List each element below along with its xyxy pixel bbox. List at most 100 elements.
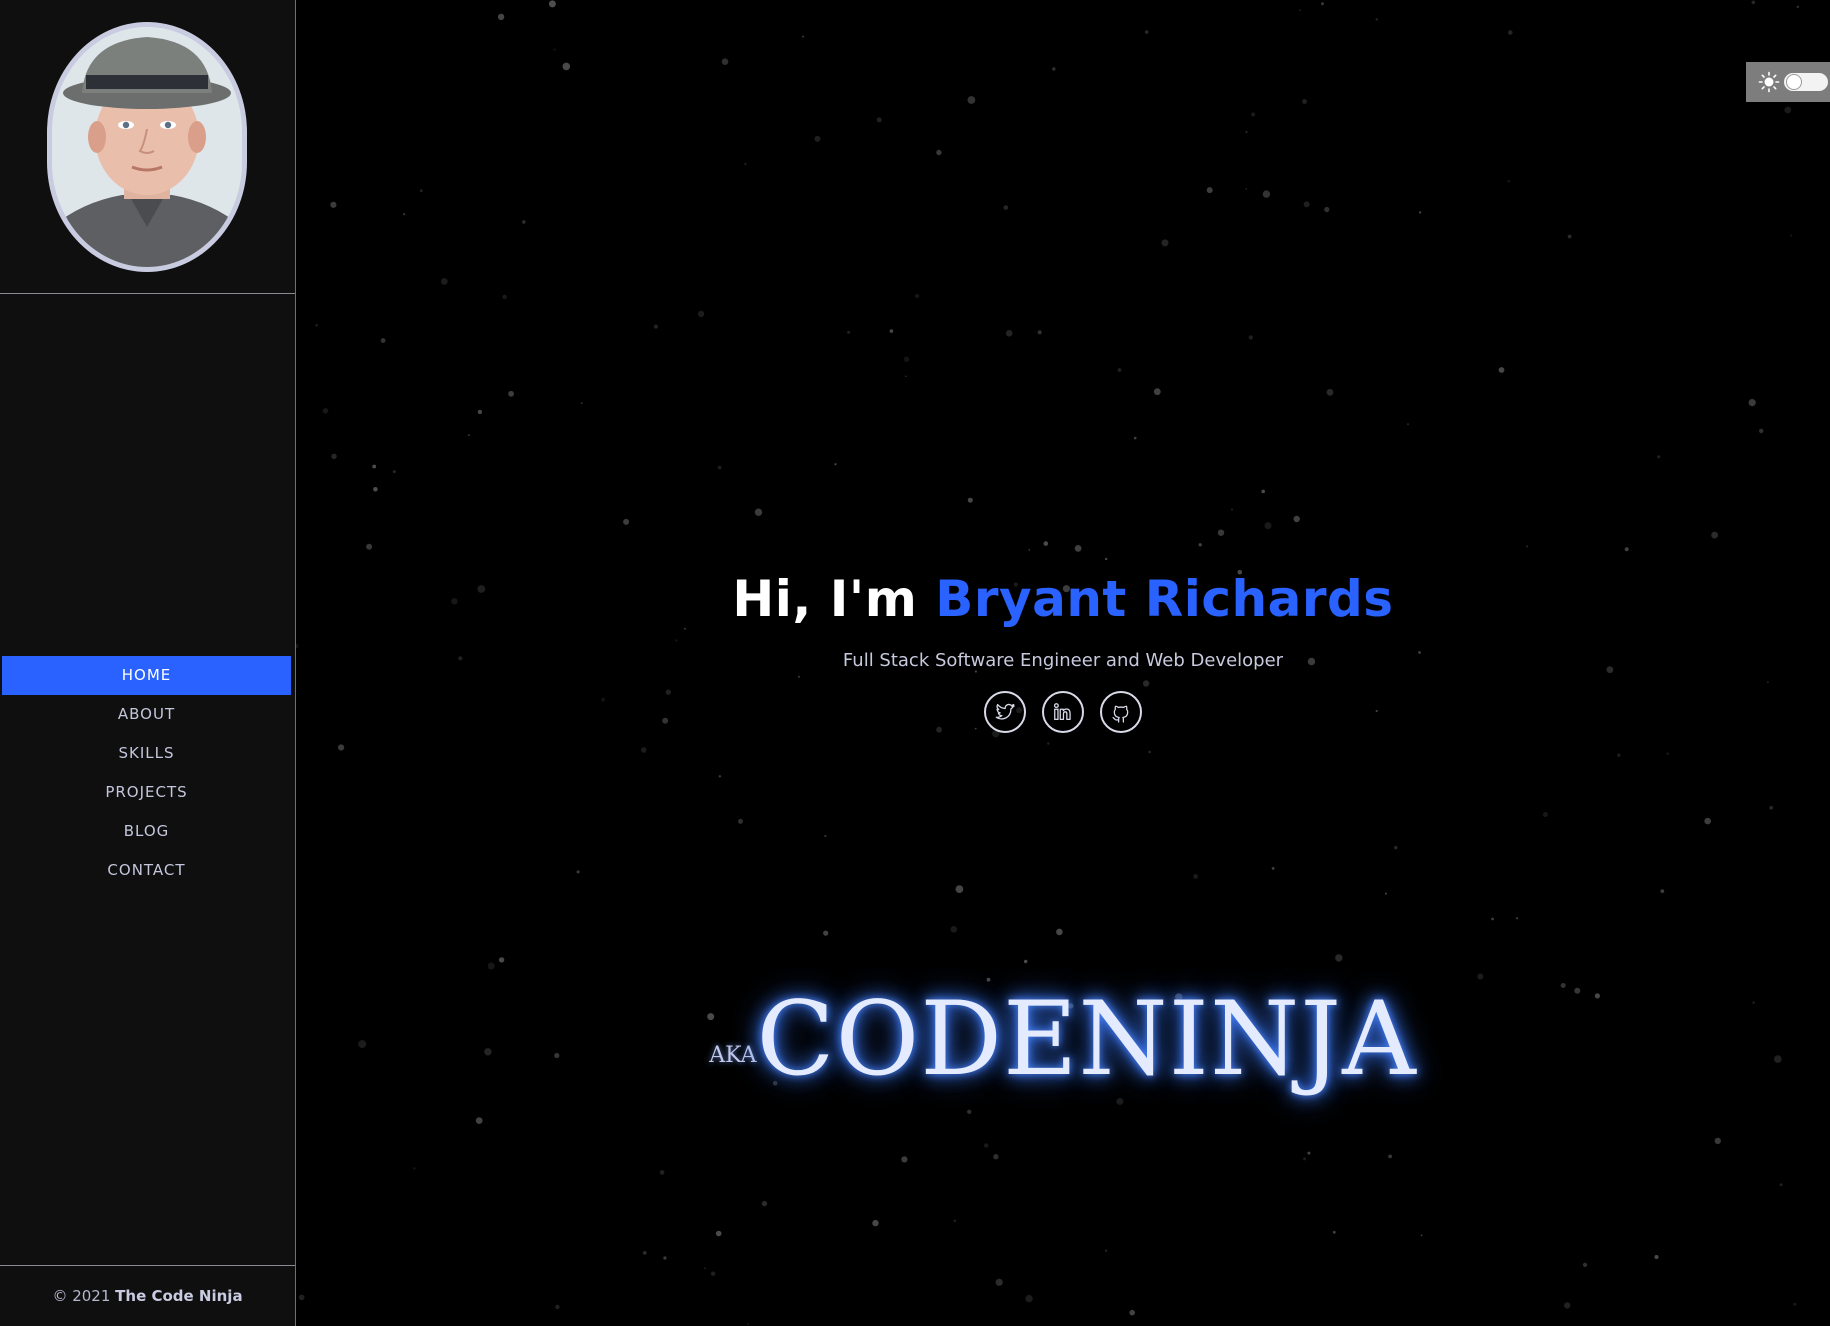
theme-toggle[interactable] — [1746, 62, 1830, 102]
star — [1116, 1098, 1124, 1105]
star — [1198, 543, 1202, 547]
star — [718, 775, 722, 778]
star — [715, 1230, 722, 1237]
star — [502, 294, 507, 300]
star — [1037, 330, 1042, 335]
star — [1024, 959, 1028, 964]
nav-item-projects[interactable]: PROJECTS — [2, 773, 291, 812]
star — [366, 543, 373, 550]
star — [1660, 889, 1665, 893]
hero-name: Bryant Richards — [935, 570, 1394, 628]
star — [1375, 18, 1378, 21]
star — [1793, 1302, 1797, 1306]
star — [1230, 508, 1234, 511]
star — [1129, 1309, 1135, 1316]
star — [1564, 1302, 1571, 1309]
star — [738, 818, 743, 824]
nav-item-home[interactable]: HOME — [2, 656, 291, 695]
star — [467, 434, 470, 437]
alias-name: CODENINJA — [756, 980, 1417, 1099]
star — [1293, 515, 1300, 523]
star — [1394, 845, 1398, 850]
star — [995, 1278, 1003, 1286]
star — [1307, 1151, 1311, 1155]
star — [338, 744, 345, 751]
linkedin-link[interactable] — [1042, 691, 1084, 733]
star — [1796, 5, 1799, 8]
star — [1418, 211, 1422, 214]
nav-item-contact[interactable]: CONTACT — [2, 851, 291, 890]
star — [1526, 545, 1529, 548]
star — [403, 213, 406, 216]
star — [1384, 892, 1387, 895]
social-links — [296, 691, 1830, 733]
star — [555, 1304, 560, 1310]
nav-item-skills[interactable]: SKILLS — [2, 734, 291, 773]
star — [1248, 335, 1253, 340]
main-nav: HOME ABOUT SKILLS PROJECTS BLOG CONTACT — [2, 656, 291, 890]
star — [475, 1117, 483, 1124]
star — [640, 747, 647, 753]
nav-item-blog[interactable]: BLOG — [2, 812, 291, 851]
nav-item-about[interactable]: ABOUT — [2, 695, 291, 734]
github-icon — [1112, 705, 1129, 723]
star — [331, 453, 337, 459]
star — [1261, 489, 1265, 494]
site-owner: The Code Ninja — [115, 1287, 243, 1305]
star — [876, 117, 882, 123]
sidebar: HOME ABOUT SKILLS PROJECTS BLOG CONTACT … — [0, 0, 296, 1326]
avatar-section — [0, 0, 295, 294]
star — [1206, 187, 1213, 194]
star — [322, 408, 329, 414]
star — [1582, 1262, 1588, 1267]
star — [721, 58, 729, 65]
star — [1153, 388, 1161, 396]
star — [1515, 917, 1519, 920]
star — [1302, 99, 1307, 104]
star — [1047, 742, 1050, 745]
star — [1245, 130, 1248, 133]
copyright-text: © 2021 — [52, 1287, 111, 1305]
star — [1303, 201, 1310, 208]
main-content: Hi, I'm Bryant Richards Full Stack Softw… — [296, 0, 1830, 1326]
star — [392, 470, 396, 474]
alias-prefix: AKA — [709, 1043, 757, 1068]
star — [967, 96, 976, 104]
star — [953, 1219, 957, 1223]
star — [548, 0, 556, 8]
star — [1751, 0, 1756, 5]
star — [1005, 330, 1013, 337]
star — [373, 487, 378, 492]
toggle-knob[interactable] — [1786, 74, 1802, 90]
star — [420, 189, 423, 192]
star — [984, 1143, 989, 1148]
star — [1056, 928, 1063, 936]
star — [1388, 1154, 1392, 1159]
star — [1784, 106, 1792, 114]
star — [1193, 874, 1198, 879]
star — [1133, 436, 1137, 440]
star — [1789, 234, 1793, 237]
star — [1704, 817, 1711, 825]
star — [330, 201, 337, 208]
star — [380, 338, 386, 343]
github-link[interactable] — [1100, 691, 1142, 733]
twitter-link[interactable] — [984, 691, 1026, 733]
star — [814, 135, 821, 142]
star — [901, 1156, 908, 1163]
star — [847, 330, 851, 334]
sidebar-footer: © 2021 The Code Ninja — [0, 1265, 295, 1326]
star — [1074, 545, 1082, 552]
star — [1420, 1234, 1423, 1237]
star — [487, 962, 495, 970]
hero-section: Hi, I'm Bryant Richards Full Stack Softw… — [296, 570, 1830, 733]
star — [1321, 2, 1324, 6]
star — [1491, 917, 1494, 921]
star — [1217, 529, 1225, 536]
star — [905, 375, 907, 378]
star — [1714, 1137, 1722, 1145]
star — [576, 870, 580, 874]
star — [746, 1323, 749, 1325]
star — [1043, 541, 1049, 546]
star — [834, 463, 837, 466]
